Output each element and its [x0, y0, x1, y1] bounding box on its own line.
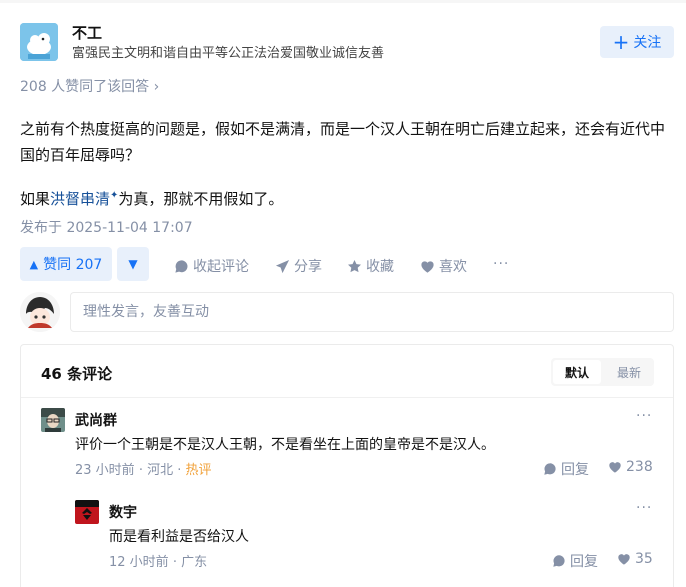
comment-author[interactable]: 数宇: [109, 502, 137, 522]
more-actions-button[interactable]: ···: [493, 256, 509, 272]
comment-avatar[interactable]: [75, 500, 99, 524]
like-count: 35: [635, 551, 653, 567]
author-name[interactable]: 不工: [72, 22, 102, 43]
heart-icon: [609, 462, 621, 473]
hot-comment-badge: 热评: [185, 463, 212, 478]
comment-text: 而是看利益是否给汉人: [109, 529, 249, 545]
paper-plane-icon: [275, 259, 290, 273]
reply-button[interactable]: 回复: [543, 459, 589, 479]
topic-link[interactable]: 洪督串清: [50, 190, 110, 208]
separator: ·: [138, 463, 148, 478]
share-label: 分享: [294, 259, 322, 275]
answer-paragraph: 之前有个热度挺高的问题是，假如不是满清，而是一个汉人王朝在明亡后建立起来，还会有…: [20, 120, 666, 164]
paragraph-text: 如果: [20, 190, 51, 208]
heart-icon: [421, 260, 434, 273]
like-button[interactable]: 喜欢: [420, 256, 467, 276]
answer-paragraph: 如果洪督串清✦为真，那就不用假如了。: [20, 183, 670, 212]
follow-label: 关注: [633, 35, 662, 51]
divider: [21, 397, 673, 398]
author-bio: 富强民主文明和谐自由平等公正法治爱国敬业诚信友善: [72, 46, 385, 61]
more-horizontal-icon[interactable]: ···: [636, 500, 652, 516]
upvoted-by-link[interactable]: 208 人赞同了该回答 ›: [20, 76, 159, 96]
triangle-up-icon: ▲: [29, 257, 39, 271]
upvote-button[interactable]: ▲ 赞同 207: [20, 247, 112, 281]
chevron-right-icon: ›: [153, 79, 160, 95]
sort-default-button[interactable]: 默认: [553, 360, 601, 384]
sort-latest-button[interactable]: 最新: [606, 360, 652, 384]
favorite-label: 收藏: [366, 259, 394, 275]
more-horizontal-icon[interactable]: ···: [636, 408, 652, 424]
my-avatar: [20, 292, 60, 332]
comment-avatar[interactable]: [41, 408, 65, 432]
follow-button[interactable]: + 关注: [600, 26, 674, 58]
comment-input[interactable]: [70, 292, 674, 332]
comment-meta: 12 小时前 · 广东: [109, 551, 207, 570]
comment-bubble-icon: [553, 555, 565, 567]
comment-location: 河北: [147, 463, 174, 478]
like-count: 238: [626, 459, 653, 475]
more-horizontal-icon: ···: [493, 256, 510, 272]
comment-location: 广东: [181, 555, 208, 570]
star-icon: [348, 259, 361, 272]
collapse-comments-label: 收起评论: [193, 259, 249, 275]
triangle-down-icon: ▼: [128, 257, 138, 271]
top-divider: [0, 0, 686, 3]
comment-bubble-icon: [544, 463, 556, 475]
publish-time[interactable]: 发布于 2025-11-04 17:07: [20, 217, 193, 237]
comments-count-title: 46 条评论: [41, 365, 113, 383]
upvoted-by-text: 208 人赞同了该回答: [20, 79, 150, 95]
reply-label: 回复: [561, 462, 589, 478]
comment-like-button[interactable]: 35: [617, 551, 653, 567]
comment-meta: 23 小时前 · 河北 · 热评: [75, 459, 212, 478]
comment-text: 评价一个王朝是不是汉人王朝，不是看坐在上面的皇帝是不是汉人。: [75, 437, 495, 453]
separator: ·: [172, 555, 182, 570]
comment-like-button[interactable]: 238: [608, 459, 653, 475]
author-avatar[interactable]: [20, 23, 58, 61]
like-label: 喜欢: [439, 259, 467, 275]
reply-label: 回复: [570, 554, 598, 570]
downvote-button[interactable]: ▼: [117, 247, 149, 281]
collapse-comments-button[interactable]: 收起评论: [174, 256, 249, 276]
comment-author[interactable]: 武尚群: [75, 410, 117, 430]
comment-time: 23 小时前: [75, 463, 135, 478]
heart-icon: [618, 554, 630, 565]
paragraph-text: 为真，那就不用假如了。: [118, 190, 284, 208]
favorite-button[interactable]: 收藏: [347, 256, 394, 276]
comments-panel: 46 条评论 默认 最新 武尚群 ··· 评价一个王朝是不是汉人王朝，不是看坐在…: [20, 344, 674, 587]
share-button[interactable]: 分享: [275, 256, 322, 276]
comment-bubble-icon: [175, 259, 188, 273]
upvote-label: 赞同 207: [43, 257, 103, 273]
comment-time: 12 小时前: [109, 555, 169, 570]
sort-toggle: 默认 最新: [551, 358, 654, 386]
reply-button[interactable]: 回复: [552, 551, 598, 571]
plus-icon: +: [612, 30, 630, 54]
separator: ·: [177, 463, 186, 478]
